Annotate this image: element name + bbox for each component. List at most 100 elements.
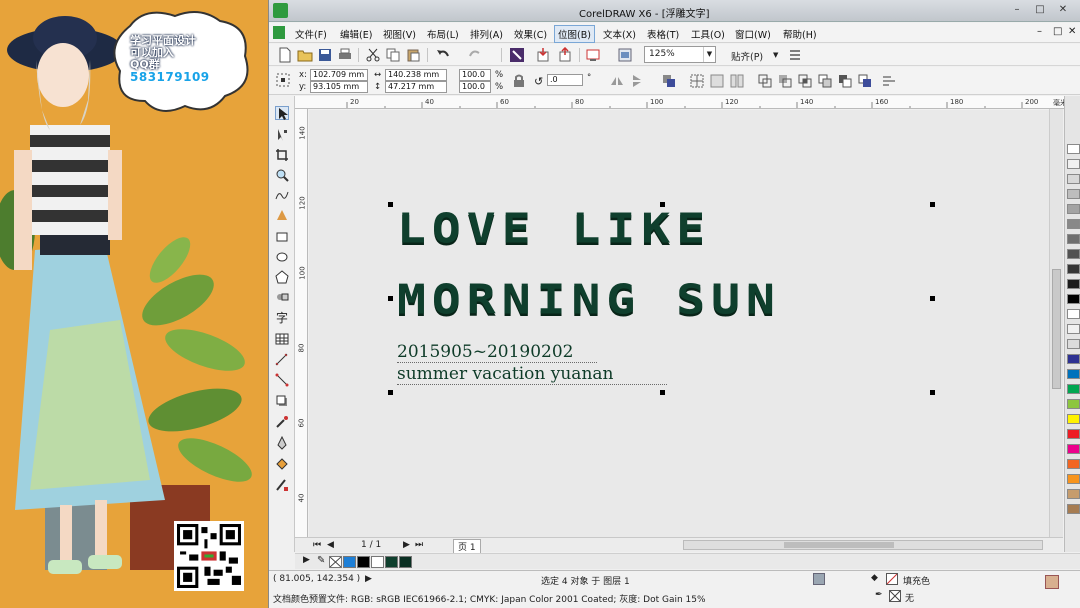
maximize-button[interactable]: □ <box>1032 3 1048 17</box>
menu-tools[interactable]: 工具(O) <box>688 26 728 42</box>
doc-palette-swatch[interactable] <box>371 556 384 568</box>
rectangle-tool-icon[interactable] <box>275 230 289 244</box>
palette-swatch[interactable] <box>1067 354 1080 364</box>
menu-layout[interactable]: 布局(L) <box>424 26 462 42</box>
table-tool-icon[interactable] <box>275 332 289 346</box>
break-apart-icon[interactable] <box>729 73 745 89</box>
artwork-subtitle[interactable]: summer vacation yuanan <box>397 364 613 384</box>
selection-handle[interactable] <box>660 202 665 207</box>
freehand-tool-icon[interactable] <box>275 188 289 202</box>
artwork-line-2[interactable]: MORNING SUN <box>397 276 781 324</box>
intersect-icon[interactable] <box>797 73 813 89</box>
width-field[interactable]: 140.238 mm <box>385 69 447 81</box>
selection-handle[interactable] <box>660 390 665 395</box>
print-icon[interactable] <box>337 47 353 63</box>
vertical-ruler[interactable]: 140 120 100 80 60 40 <box>295 109 308 537</box>
scale-y-field[interactable]: 100.0 <box>459 81 491 93</box>
menu-table[interactable]: 表格(T) <box>644 26 682 42</box>
menu-file[interactable]: 文件(F) <box>292 26 330 42</box>
shape-tool-icon[interactable] <box>275 128 289 142</box>
zoom-tool-icon[interactable] <box>275 168 289 182</box>
front-minus-back-icon[interactable] <box>837 73 853 89</box>
welcome-screen-icon[interactable] <box>617 47 633 63</box>
search-content-icon[interactable] <box>509 47 525 63</box>
palette-swatch[interactable] <box>1067 249 1080 259</box>
save-icon[interactable] <box>317 47 333 63</box>
no-color-swatch[interactable] <box>329 556 342 568</box>
scroll-thumb[interactable] <box>784 542 894 548</box>
horizontal-ruler[interactable]: 20 40 60 80 100 120 140 160 180 200 毫米 <box>295 96 1073 109</box>
palette-play-icon[interactable]: ▶ <box>303 555 310 565</box>
prev-page-button[interactable]: ◀ <box>327 540 334 550</box>
arrange-front-icon[interactable] <box>661 73 677 89</box>
selection-handle[interactable] <box>388 390 393 395</box>
palette-swatch[interactable] <box>1067 294 1080 304</box>
first-page-button[interactable]: ⏮ <box>313 540 321 550</box>
text-tool-icon[interactable]: 字 <box>275 311 289 325</box>
palette-swatch[interactable] <box>1067 504 1080 514</box>
height-field[interactable]: 47.217 mm <box>385 81 447 93</box>
x-position-field[interactable]: 102.709 mm <box>310 69 368 81</box>
drop-shadow-tool-icon[interactable] <box>275 394 289 408</box>
doc-restore-button[interactable]: □ <box>1053 26 1062 37</box>
doc-palette-swatch[interactable] <box>399 556 412 568</box>
doc-minimize-button[interactable]: – <box>1037 26 1042 37</box>
page-tab[interactable]: 页 1 <box>453 539 481 554</box>
menu-edit[interactable]: 编辑(E) <box>337 26 375 42</box>
palette-swatch[interactable] <box>1067 219 1080 229</box>
interactive-fill-tool-icon[interactable] <box>275 478 289 492</box>
doc-palette-swatch[interactable] <box>385 556 398 568</box>
snap-to-button[interactable]: 贴齐(P) <box>731 49 763 63</box>
doc-palette-swatch[interactable] <box>343 556 356 568</box>
menu-window[interactable]: 窗口(W) <box>732 26 774 42</box>
color-proof-icon[interactable] <box>813 573 825 585</box>
selection-handle[interactable] <box>930 202 935 207</box>
selection-handle[interactable] <box>388 296 393 301</box>
palette-swatch[interactable] <box>1067 204 1080 214</box>
last-page-button[interactable]: ⏭ <box>415 540 423 550</box>
copy-icon[interactable] <box>385 47 401 63</box>
menu-view[interactable]: 视图(V) <box>380 26 419 42</box>
fill-swatch[interactable] <box>886 573 898 585</box>
palette-swatch[interactable] <box>1067 159 1080 169</box>
rotation-field[interactable]: .0 <box>547 74 583 86</box>
pick-tool-icon[interactable] <box>275 106 289 120</box>
paste-icon[interactable] <box>405 47 421 63</box>
menu-bitmaps[interactable]: 位图(B) <box>554 25 595 43</box>
simplify-icon[interactable] <box>817 73 833 89</box>
palette-swatch[interactable] <box>1067 384 1080 394</box>
application-launcher-icon[interactable] <box>585 47 601 63</box>
palette-swatch[interactable] <box>1067 309 1080 319</box>
palette-swatch[interactable] <box>1067 459 1080 469</box>
smart-fill-tool-icon[interactable] <box>275 208 289 222</box>
palette-swatch[interactable] <box>1067 399 1080 409</box>
undo-icon[interactable] <box>435 47 451 63</box>
palette-swatch[interactable] <box>1067 414 1080 424</box>
vertical-scrollbar[interactable] <box>1049 109 1063 537</box>
y-position-field[interactable]: 93.105 mm <box>310 81 368 93</box>
selection-handle[interactable] <box>930 390 935 395</box>
back-minus-front-icon[interactable] <box>857 73 873 89</box>
minimize-button[interactable]: – <box>1009 3 1025 17</box>
palette-swatch[interactable] <box>1067 369 1080 379</box>
artwork-line-1[interactable]: LOVE LIKE <box>397 205 711 253</box>
dimension-tool-icon[interactable] <box>275 353 289 367</box>
palette-swatch[interactable] <box>1067 279 1080 289</box>
palette-swatch[interactable] <box>1067 339 1080 349</box>
cut-icon[interactable] <box>365 47 381 63</box>
zoom-level-select[interactable]: 125% ▼ <box>644 46 716 63</box>
outline-swatch[interactable] <box>889 590 901 602</box>
menu-text[interactable]: 文本(X) <box>600 26 639 42</box>
redo-icon[interactable] <box>467 47 483 63</box>
artwork-date-line[interactable]: 2015905~20190202 <box>397 342 573 362</box>
import-icon[interactable] <box>535 47 551 63</box>
connector-tool-icon[interactable] <box>275 373 289 387</box>
palette-swatch[interactable] <box>1067 144 1080 154</box>
status-arrow-icon[interactable]: ▶ <box>365 574 372 584</box>
new-document-icon[interactable] <box>277 47 293 63</box>
scroll-thumb[interactable] <box>1052 269 1061 389</box>
scale-x-field[interactable]: 100.0 <box>459 69 491 81</box>
palette-swatch[interactable] <box>1067 324 1080 334</box>
fill-tool-icon[interactable] <box>275 457 289 471</box>
menu-effects[interactable]: 效果(C) <box>511 26 550 42</box>
